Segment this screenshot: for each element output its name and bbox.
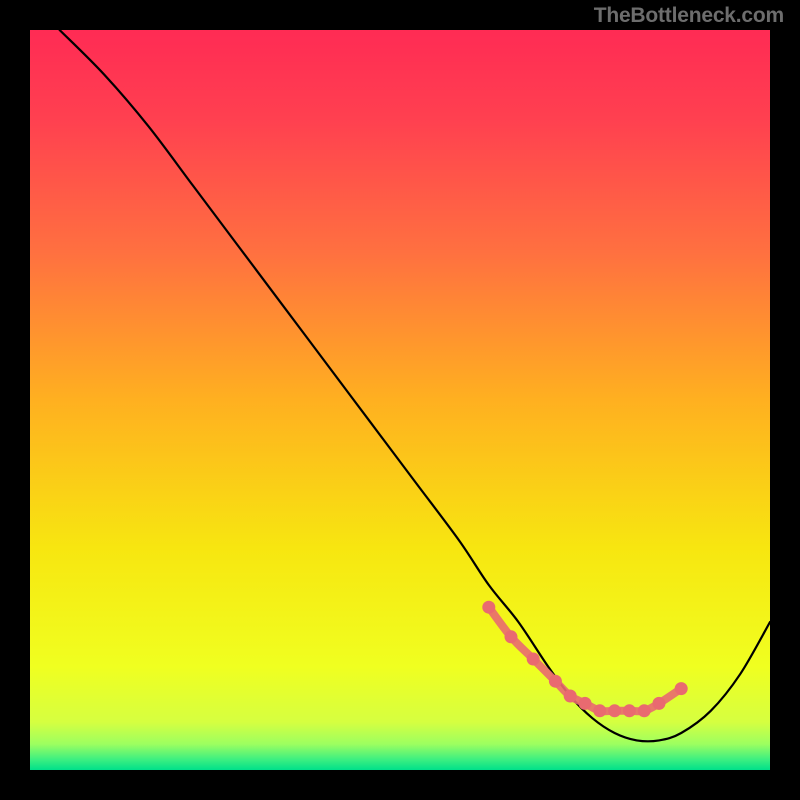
marker-dot: [482, 601, 495, 614]
watermark-text: TheBottleneck.com: [594, 4, 784, 28]
heatmap-background: [30, 30, 770, 770]
chart-plot-area: [30, 30, 770, 770]
marker-dot: [564, 690, 577, 703]
marker-dot: [608, 704, 621, 717]
marker-dot: [638, 704, 651, 717]
marker-dot: [623, 704, 636, 717]
marker-dot: [579, 697, 592, 710]
marker-dot: [675, 682, 688, 695]
marker-dot: [505, 630, 518, 643]
chart-frame: [20, 20, 780, 780]
marker-dot: [549, 675, 562, 688]
marker-dot: [593, 704, 606, 717]
chart-svg: [30, 30, 770, 770]
marker-dot: [527, 653, 540, 666]
marker-dot: [653, 697, 666, 710]
